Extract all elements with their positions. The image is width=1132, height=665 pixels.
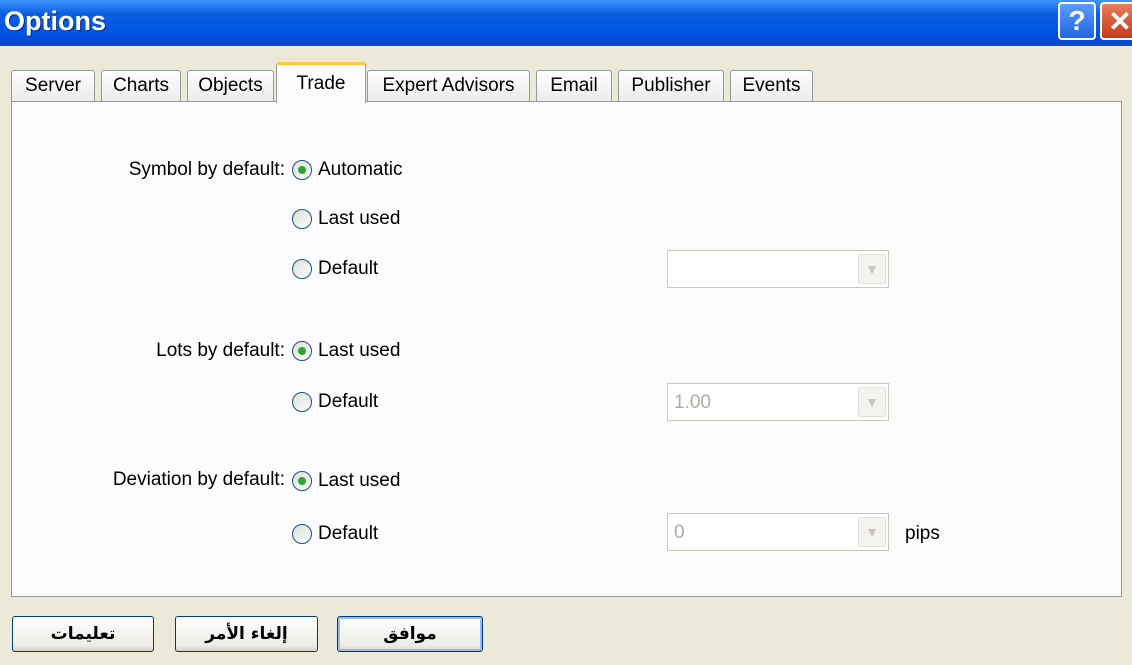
lots-radio-default[interactable]: Default	[292, 391, 378, 413]
chevron-down-icon[interactable]: ▼	[858, 387, 886, 417]
cancel-button[interactable]: إلغاء الأمر	[175, 616, 318, 652]
deviation-default-label: Deviation by default:	[112, 469, 285, 490]
chevron-down-icon[interactable]: ▼	[858, 254, 886, 284]
radio-icon	[292, 392, 312, 412]
tab-charts[interactable]: Charts	[101, 70, 181, 101]
radio-selected-icon	[292, 341, 312, 361]
ok-button[interactable]: موافق	[337, 616, 483, 652]
radio-selected-icon	[292, 471, 312, 491]
radio-icon	[292, 259, 312, 279]
radio-icon	[292, 524, 312, 544]
help-button[interactable]: تعليمات	[12, 616, 154, 652]
tab-events[interactable]: Events	[730, 70, 813, 101]
deviation-default-select[interactable]: 0 ▼	[667, 513, 889, 551]
title-bar: Options ? ✕	[0, 0, 1132, 46]
help-icon[interactable]: ?	[1058, 2, 1096, 40]
radio-selected-icon	[292, 160, 312, 180]
window-title: Options	[4, 6, 106, 36]
chevron-down-icon[interactable]: ▼	[858, 517, 886, 547]
lots-radio-last-used[interactable]: Last used	[292, 340, 400, 362]
close-icon[interactable]: ✕	[1100, 2, 1132, 40]
symbol-radio-automatic[interactable]: Automatic	[292, 159, 402, 181]
tab-server[interactable]: Server	[11, 70, 95, 101]
symbol-default-label: Symbol by default:	[128, 159, 285, 180]
lots-default-select[interactable]: 1.00 ▼	[667, 383, 889, 421]
trade-settings-panel: Symbol by default: Automatic Last used D…	[11, 101, 1122, 597]
lots-default-label: Lots by default:	[156, 340, 285, 361]
symbol-radio-last-used[interactable]: Last used	[292, 208, 400, 230]
deviation-unit-label: pips	[905, 523, 940, 544]
tab-objects[interactable]: Objects	[187, 70, 274, 101]
tab-publisher[interactable]: Publisher	[618, 70, 724, 101]
deviation-radio-default[interactable]: Default	[292, 523, 378, 545]
deviation-radio-last-used[interactable]: Last used	[292, 470, 400, 492]
tab-trade[interactable]: Trade	[276, 62, 366, 103]
symbol-default-select[interactable]: ▼	[667, 250, 889, 288]
tab-expert-advisors[interactable]: Expert Advisors	[367, 70, 530, 101]
symbol-radio-default[interactable]: Default	[292, 258, 378, 280]
radio-icon	[292, 209, 312, 229]
tab-email[interactable]: Email	[536, 70, 612, 101]
